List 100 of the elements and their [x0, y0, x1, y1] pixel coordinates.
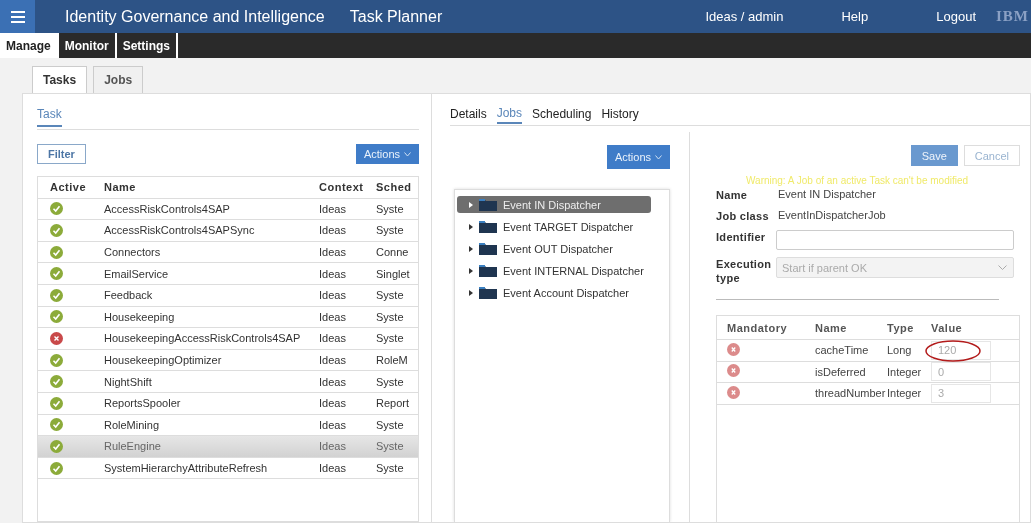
table-cell-text: cacheTime	[815, 344, 870, 357]
table-cell-text: RoleM	[375, 354, 409, 367]
tree-item[interactable]: Event IN Dispatcher	[457, 196, 651, 213]
table-row[interactable]: RuleEngine Ideas Syste	[38, 436, 418, 458]
caret-icon	[404, 151, 411, 157]
table-cell-text: Syste	[375, 202, 405, 215]
table-cell-text: HousekeepingOptimizer	[103, 354, 223, 367]
table-cell-text: Ideas	[318, 246, 347, 259]
table-row[interactable]: Connectors Ideas Conne	[38, 241, 418, 264]
table-cell-text: RoleMining	[103, 418, 161, 431]
table-cell-text: ReportsSpooler	[103, 397, 182, 410]
tab[interactable]: History	[601, 104, 639, 124]
table-cell-text: Ideas	[318, 462, 347, 474]
column-header: Context	[318, 181, 365, 194]
user-link[interactable]: Ideas / admin	[705, 9, 784, 24]
column-header: Active	[49, 181, 88, 194]
table-cell: threadNumber	[815, 387, 887, 400]
menu-button[interactable]	[0, 0, 35, 33]
table-cell-text: Ideas	[318, 397, 347, 410]
folder-icon	[479, 220, 497, 233]
field-label: Name	[716, 188, 749, 202]
caret-icon	[655, 154, 662, 160]
app-title: Task Planner	[349, 7, 443, 26]
field-value: Event IN Dispatcher	[777, 188, 877, 200]
warning-message: Warning: A Job of an active Task can't be modified	[746, 175, 970, 186]
table-row[interactable]: Feedback Ideas Syste	[38, 284, 418, 307]
tab[interactable]: Tasks	[32, 66, 88, 93]
table-cell-text: AccessRiskControls4SAP	[103, 202, 231, 215]
table-cell-text: EmailService	[103, 267, 170, 280]
table-cell-text: Connectors	[103, 246, 162, 259]
column-header: Type	[887, 321, 915, 334]
tab[interactable]: Details	[450, 104, 487, 124]
table-cell-text: Syste	[375, 332, 405, 345]
table-cell-text: Ideas	[318, 332, 347, 345]
table-cell-text: Feedback	[103, 289, 154, 302]
tree-label: Event TARGET Dispatcher	[503, 220, 634, 233]
tree-item[interactable]: Event TARGET Dispatcher	[457, 218, 651, 235]
actions-button[interactable]: Actions	[355, 144, 419, 164]
table-cell-text: Ideas	[318, 267, 347, 280]
help-link[interactable]: Help	[841, 9, 869, 24]
product-title: Identity Governance and Intelligence	[65, 7, 325, 26]
table-row[interactable]: ReportsSpooler Ideas Report	[38, 392, 418, 415]
table-row[interactable]: HousekeepingAccessRiskControls4SAP Ideas Syste	[38, 328, 418, 350]
table-cell-text: Housekeeping	[103, 310, 176, 323]
column-header: Sched	[375, 181, 413, 194]
table-cell-text: Ideas	[318, 202, 347, 215]
table-row[interactable]: AccessRiskControls4SAP Ideas Syste	[38, 198, 418, 221]
tab[interactable]: Jobs	[93, 66, 144, 93]
tree-item[interactable]: Event INTERNAL Dispatcher	[457, 262, 651, 279]
expand-icon	[469, 201, 473, 208]
table-row[interactable]: Housekeeping Ideas Syste	[38, 306, 418, 329]
folder-icon	[479, 198, 497, 211]
expand-icon	[469, 267, 473, 274]
folder-icon	[479, 286, 497, 299]
column-header: Name	[103, 181, 137, 194]
menu-icon	[10, 10, 25, 23]
table-cell-text: Long	[887, 344, 913, 357]
tab[interactable]: Jobs	[496, 104, 523, 124]
field-label: Execution type	[716, 257, 773, 285]
field-label: Job class	[716, 209, 770, 223]
table-cell-text: Ideas	[318, 310, 347, 323]
filter-button[interactable]: Filter	[37, 144, 86, 164]
column-header: Mandatory	[727, 321, 789, 334]
table-cell-text: Ideas	[318, 418, 347, 431]
table-cell-text: NightShift	[103, 375, 153, 388]
table-cell-text: Integer	[887, 365, 923, 378]
tab[interactable]: Task	[37, 107, 62, 127]
table-cell-text: AccessRiskControls4SAPSync	[103, 224, 256, 237]
nav-tab[interactable]: Manage	[0, 33, 59, 58]
tree-label: Event Account Dispatcher	[503, 286, 629, 299]
tree-item[interactable]: Event OUT Dispatcher	[457, 240, 651, 257]
table-cell-text: Syste	[375, 289, 405, 302]
table-cell-text: Ideas	[318, 224, 347, 237]
actions-button[interactable]: Actions	[606, 145, 670, 169]
column-header: Value	[931, 321, 964, 334]
table-row[interactable]: SystemHierarchyAttributeRefresh Ideas Syste	[38, 457, 418, 480]
logout-link[interactable]: Logout	[936, 9, 976, 24]
table-row[interactable]: EmailService Ideas Singlet	[38, 263, 418, 285]
table-cell-text: Singlet	[375, 267, 411, 280]
table-cell-text: RuleEngine	[103, 440, 162, 453]
tab[interactable]: Scheduling	[532, 104, 592, 124]
table-cell-text: Conne	[375, 246, 410, 259]
expand-icon	[469, 223, 473, 230]
table-cell-text: Ideas	[318, 289, 347, 302]
table-row[interactable]: NightShift Ideas Syste	[38, 371, 418, 393]
logo: IBM	[996, 8, 1030, 25]
table-row[interactable]: AccessRiskControls4SAPSync Ideas Syste	[38, 220, 418, 242]
table-cell-text: Syste	[375, 224, 405, 237]
tree-label: Event OUT Dispatcher	[503, 242, 613, 255]
table-cell-text: HousekeepingAccessRiskControls4SAP	[103, 332, 302, 345]
table-cell-text: Report	[375, 397, 411, 410]
column-header: Name	[815, 321, 848, 334]
table-cell-text: isDeferred	[815, 365, 867, 378]
identifier-field[interactable]	[776, 230, 1014, 250]
table-cell-text: Syste	[375, 440, 405, 453]
tree-item[interactable]: Event Account Dispatcher	[457, 284, 651, 301]
chevron-icon	[998, 265, 1007, 270]
table-cell-text: Ideas	[318, 375, 347, 388]
folder-icon	[479, 264, 497, 277]
table-row[interactable]: HousekeepingOptimizer Ideas RoleM	[38, 349, 418, 372]
